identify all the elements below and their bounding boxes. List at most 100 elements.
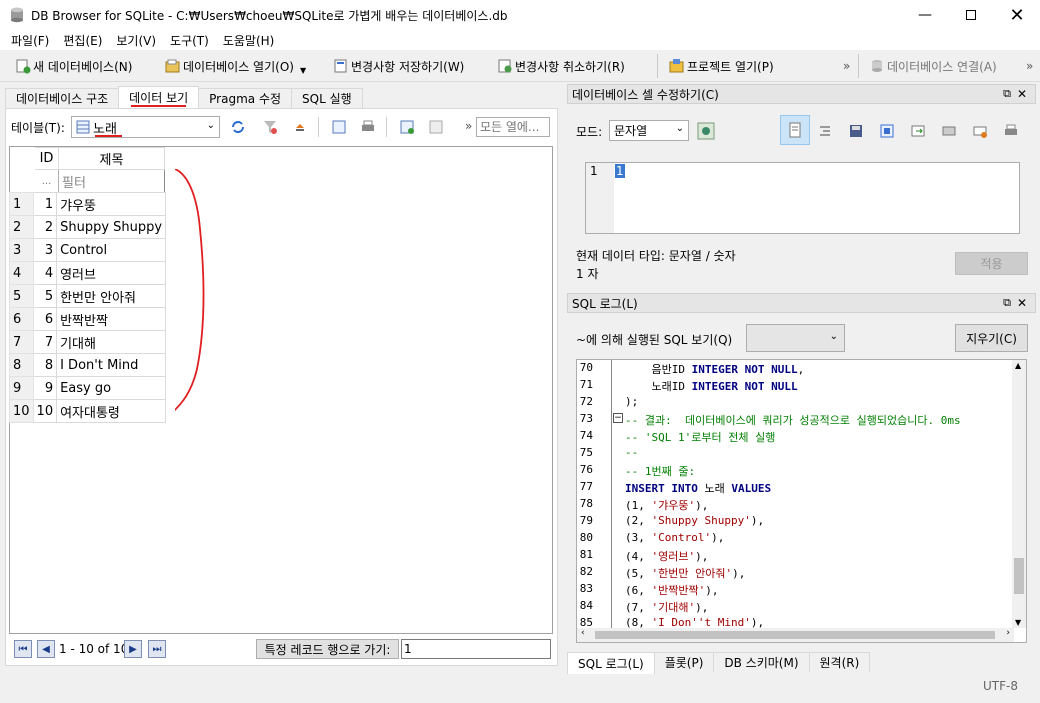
tab-execute-sql[interactable]: SQL 실행 [291,88,363,108]
print-button[interactable] [357,116,379,138]
revert-changes-button[interactable]: 변경사항 취소하기(R) [497,56,625,76]
undock-icon[interactable]: ⧉ [1003,296,1011,310]
row-number[interactable]: 5 [9,284,34,308]
next-page-button[interactable]: ▶ [124,640,142,658]
cell-id[interactable]: 3 [32,238,58,262]
clear-filters-button[interactable] [259,116,281,138]
tab-sql-log[interactable]: SQL 로그(L) [567,652,655,674]
menu-view[interactable]: 보기(V) [109,32,163,49]
table-select[interactable]: 노래 ⌄ [71,116,220,138]
word-wrap-button[interactable] [780,115,810,145]
cell-title[interactable]: Control [56,238,167,262]
cell-title[interactable]: 여자대통령 [56,399,167,423]
filter-title-input[interactable]: 필터 [58,169,165,193]
close-dock-icon[interactable]: ✕ [1017,296,1027,310]
mode-select[interactable]: 문자열 ⌄ [609,120,689,141]
export-button[interactable] [876,120,898,142]
filter-overflow[interactable]: » [465,119,472,133]
row-number[interactable]: 3 [9,238,34,262]
refresh-button[interactable] [227,116,249,138]
clear-cell-button[interactable] [969,120,991,142]
row-number[interactable]: 9 [9,376,34,400]
row-number[interactable]: 1 [9,192,34,216]
goto-record-input[interactable] [401,639,551,659]
global-filter-input[interactable] [476,117,550,137]
open-database-button[interactable]: 데이터베이스 열기(O) ▼ [165,56,306,76]
clear-log-button[interactable]: 지우기(C) [955,324,1028,352]
first-page-button[interactable]: ⏮ [14,640,32,658]
column-header-title[interactable]: 제목 [58,147,165,170]
menu-file[interactable]: 파일(F) [4,32,56,49]
tab-browse-data[interactable]: 데이터 보기 [118,86,200,108]
cell-id[interactable]: 4 [32,261,58,285]
cell-title[interactable]: Shuppy Shuppy [56,215,167,239]
minimize-button[interactable]: — [902,0,948,30]
table-row[interactable]: 7 7 기대해 [9,330,167,354]
cell-editor[interactable]: 1 1 [585,162,1020,234]
sql-source-select[interactable]: ⌄ [746,324,845,352]
row-number[interactable]: 4 [9,261,34,285]
menu-edit[interactable]: 편집(E) [56,32,109,49]
tab-remote[interactable]: 원격(R) [808,652,871,672]
delete-record-button[interactable] [425,116,447,138]
cell-id[interactable]: 7 [32,330,58,354]
new-database-button[interactable]: 새 데이터베이스(N) [15,56,132,76]
row-number[interactable]: 10 [9,399,34,423]
table-row[interactable]: 5 5 한번만 안아줘 [9,284,167,308]
scroll-up-icon[interactable]: ▲ [1015,361,1021,370]
column-header-id[interactable]: ID [34,147,59,170]
tab-edit-pragmas[interactable]: Pragma 수정 [198,88,293,108]
menu-tools[interactable]: 도구(T) [163,32,216,49]
set-null-button[interactable] [907,120,929,142]
row-number[interactable]: 6 [9,307,34,331]
log-hscroll-thumb[interactable] [595,631,995,639]
table-row[interactable]: 1 1 갸우뚱 [9,192,167,216]
cell-id[interactable]: 10 [32,399,58,423]
import-button[interactable] [845,120,867,142]
log-vscroll-thumb[interactable] [1014,558,1024,594]
scroll-right-icon[interactable]: › [1006,628,1010,638]
scroll-left-icon[interactable]: ‹ [581,628,585,638]
table-row[interactable]: 10 10 여자대통령 [9,399,167,423]
apply-button[interactable]: 적용 [955,252,1028,275]
open-project-button[interactable]: 프로젝트 열기(P) [669,56,774,76]
cell-id[interactable]: 8 [32,353,58,377]
print-setup-button[interactable] [328,116,350,138]
undock-icon[interactable]: ⧉ [1003,87,1011,101]
previous-page-button[interactable]: ◀ [37,640,55,658]
filter-id-input[interactable]: ... [34,169,59,193]
open-external-button[interactable] [938,120,960,142]
cell-id[interactable]: 6 [32,307,58,331]
cell-id[interactable]: 2 [32,215,58,239]
indent-button[interactable] [814,120,836,142]
maximize-button[interactable] [948,0,994,30]
write-changes-button[interactable]: 변경사항 저장하기(W) [333,56,464,76]
table-row[interactable]: 88I Don't Mind [9,353,167,377]
toolbar-overflow-2[interactable]: » [1026,56,1033,76]
goto-record-button[interactable]: 특정 레코드 행으로 가기: [256,639,399,659]
cell-title[interactable]: 한번만 안아줘 [56,284,167,308]
table-row[interactable]: 3 3 Control [9,238,167,262]
tab-db-schema[interactable]: DB 스키마(M) [713,652,810,672]
close-button[interactable]: ✕ [994,0,1040,30]
cell-title[interactable]: 기대해 [56,330,167,354]
cell-title[interactable]: Easy go [56,376,167,400]
last-page-button[interactable]: ⏭ [148,640,166,658]
log-vscrollbar[interactable]: ▲ ▼ [1012,360,1026,628]
attach-database-button[interactable]: 데이터베이스 연결(A) [869,56,997,76]
row-number[interactable]: 7 [9,330,34,354]
save-table-button[interactable] [289,116,311,138]
tab-plot[interactable]: 플롯(P) [653,652,715,672]
table-row[interactable]: 2 2 Shuppy Shuppy [9,215,167,239]
cell-id[interactable]: 9 [32,376,58,400]
dropdown-arrow-icon[interactable]: ▼ [300,66,306,75]
cell-title[interactable]: I Don't Mind [56,353,167,377]
log-hscrollbar[interactable]: ‹ › [577,628,1014,642]
cell-title[interactable]: 갸우뚱 [56,192,167,216]
tab-database-structure[interactable]: 데이터베이스 구조 [5,88,120,108]
auto-switch-button[interactable] [695,120,717,142]
cell-title[interactable]: 영러브 [56,261,167,285]
row-number[interactable]: 8 [9,353,34,377]
cell-id[interactable]: 5 [32,284,58,308]
print-cell-button[interactable] [1000,120,1022,142]
